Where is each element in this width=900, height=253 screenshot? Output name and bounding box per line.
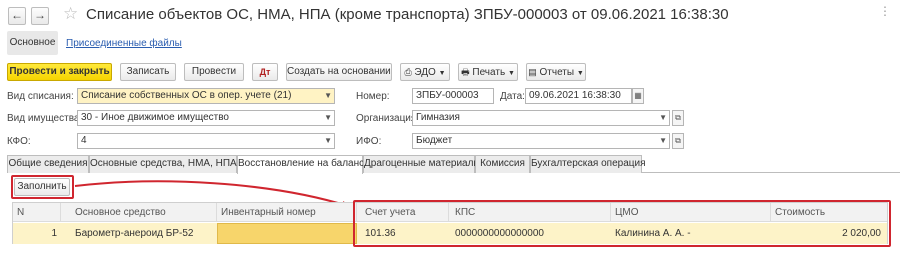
- table-cell-n[interactable]: 1: [13, 223, 61, 244]
- table-cell-asset[interactable]: Барометр-анероид БР-52: [61, 223, 217, 244]
- columns-highlight: [353, 200, 891, 247]
- column-header-inventory-number[interactable]: Инвентарный номер: [217, 203, 357, 222]
- column-header-n[interactable]: N: [13, 203, 61, 222]
- column-header-asset[interactable]: Основное средство: [61, 203, 217, 222]
- table-cell-inventory-number[interactable]: [217, 223, 357, 244]
